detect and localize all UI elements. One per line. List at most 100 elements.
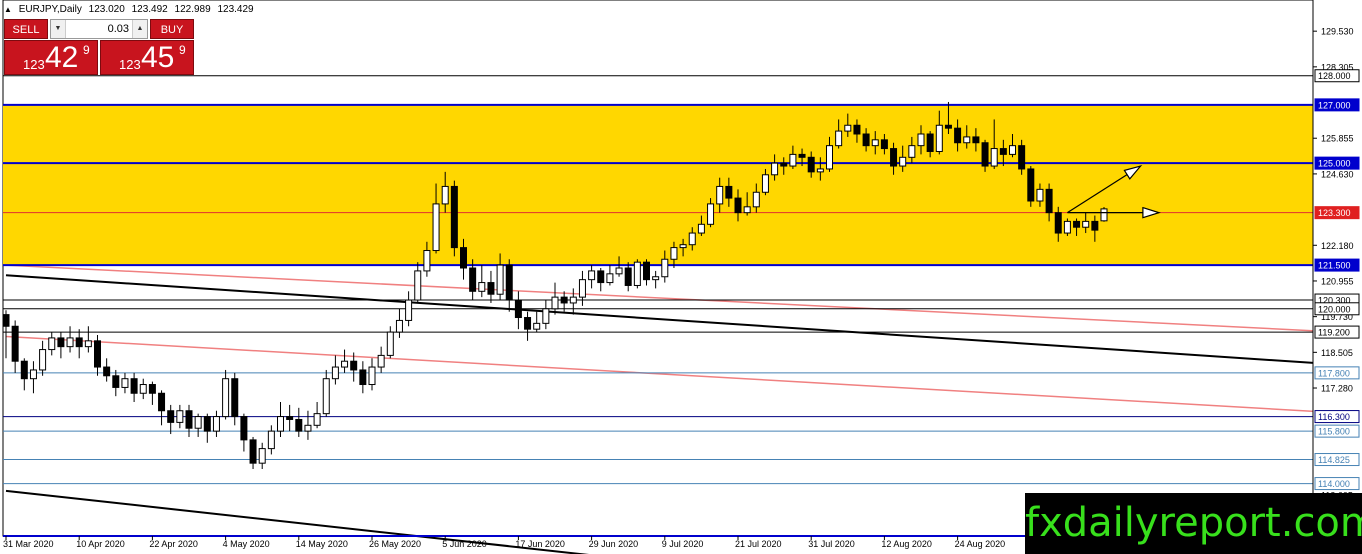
candle-body: [286, 416, 294, 420]
level-price-label: 119.200: [1318, 328, 1350, 338]
candle-body: [167, 410, 175, 423]
x-tick-label: 10 Apr 2020: [76, 539, 125, 549]
candle-body: [862, 133, 870, 147]
close-value: 123.429: [217, 4, 254, 15]
candle-body: [368, 366, 376, 386]
candle-body: [48, 337, 56, 351]
candle-body: [917, 133, 925, 147]
candle-body: [322, 378, 330, 415]
y-tick-label: 120.955: [1321, 276, 1354, 286]
candle-body: [624, 267, 632, 286]
high-value: 123.492: [131, 4, 168, 15]
candle-body: [460, 247, 467, 269]
candle-body: [487, 282, 495, 295]
candle-body: [405, 299, 413, 321]
candle-body: [688, 232, 696, 246]
level-price-label: 116.300: [1318, 412, 1350, 422]
level-price-label: 117.800: [1318, 368, 1350, 378]
x-tick-label: 9 Jul 2020: [662, 539, 704, 549]
candle-body: [551, 296, 559, 310]
candle-body: [469, 267, 477, 292]
y-tick-label: 125.855: [1321, 134, 1354, 144]
buy-button[interactable]: BUY: [150, 19, 194, 39]
candle-body: [633, 261, 641, 286]
level-price-label: 123.300: [1318, 208, 1351, 218]
plot-area: [2, 0, 1314, 537]
triangle-up-icon[interactable]: ▲: [4, 5, 12, 14]
candle-body: [679, 244, 687, 249]
y-tick-label: 129.530: [1321, 27, 1354, 37]
x-tick-label: 4 May 2020: [223, 539, 270, 549]
lot-size-field[interactable]: ▼ 0.03 ▲: [50, 19, 148, 39]
candle-body: [926, 133, 934, 152]
candle-body: [1054, 212, 1062, 234]
buy-price-button[interactable]: 123 45 9: [100, 40, 194, 75]
candle-body: [29, 369, 37, 380]
candle-body: [588, 270, 596, 281]
y-tick-label: 117.280: [1321, 384, 1353, 394]
x-tick-label: 21 Jul 2020: [735, 539, 782, 549]
candle-body: [707, 203, 715, 225]
candle-body: [1091, 220, 1099, 231]
candle-body: [66, 337, 74, 348]
candle-body: [231, 378, 239, 418]
candle-body: [1073, 220, 1081, 228]
lot-size-value[interactable]: 0.03: [108, 20, 129, 38]
candle-body: [432, 203, 440, 252]
candle-body: [1045, 188, 1053, 214]
candle-body: [295, 418, 303, 432]
lot-increase-icon[interactable]: ▲: [132, 20, 147, 38]
open-value: 123.020: [88, 4, 125, 15]
buy-price-main: 45: [141, 41, 175, 74]
x-tick-label: 12 Aug 2020: [881, 539, 932, 549]
candle-body: [450, 185, 458, 249]
candle-body: [2, 314, 10, 327]
candle-body: [780, 162, 788, 167]
candle-body: [185, 410, 193, 429]
candle-body: [569, 296, 577, 304]
level-price-label: 114.825: [1318, 455, 1350, 465]
candle-body: [121, 378, 129, 388]
candle-body: [871, 139, 879, 147]
candle-body: [972, 136, 980, 144]
candle-body: [954, 127, 962, 144]
candle-body: [267, 430, 275, 450]
x-tick-label: 17 Jun 2020: [515, 539, 565, 549]
candle-body: [103, 366, 111, 377]
sell-price-button[interactable]: 123 42 9: [4, 40, 98, 75]
x-tick-label: 31 Jul 2020: [808, 539, 855, 549]
candle-body: [670, 247, 678, 260]
candle-body: [313, 413, 321, 426]
candle-body: [139, 384, 147, 394]
sell-button[interactable]: SELL: [4, 19, 48, 39]
candle-body: [880, 139, 888, 150]
candle-body: [816, 168, 824, 173]
candle-body: [789, 153, 797, 167]
candle-body: [752, 191, 760, 208]
candle-body: [84, 340, 92, 348]
x-tick-label: 5 Jun 2020: [442, 539, 487, 549]
symbol-label: EURJPY,Daily: [18, 4, 82, 15]
lot-decrease-icon[interactable]: ▼: [51, 20, 66, 38]
one-click-trading-panel: SELL ▼ 0.03 ▲ BUY 123 42 9 123 45 9: [4, 19, 194, 75]
level-price-label: 115.800: [1318, 427, 1350, 437]
candle-body: [990, 148, 998, 167]
candle-body: [761, 174, 769, 193]
candle-body: [1009, 145, 1016, 155]
candle-body: [212, 416, 220, 432]
candle-body: [176, 410, 184, 423]
candle-body: [844, 124, 852, 132]
candle-body: [304, 424, 312, 432]
candle-body: [1082, 220, 1090, 228]
candle-body: [578, 279, 586, 298]
candle-body: [908, 145, 916, 158]
candle-body: [643, 261, 650, 281]
x-tick-label: 14 May 2020: [296, 539, 348, 549]
price-chart: 129.530128.305125.855124.630122.180120.9…: [2, 0, 1362, 554]
candle-body: [359, 369, 367, 386]
candle-body: [341, 360, 349, 368]
candle-body: [514, 299, 522, 319]
x-tick-label: 22 Apr 2020: [149, 539, 198, 549]
candle-body: [652, 276, 660, 281]
candle-body: [826, 145, 833, 170]
